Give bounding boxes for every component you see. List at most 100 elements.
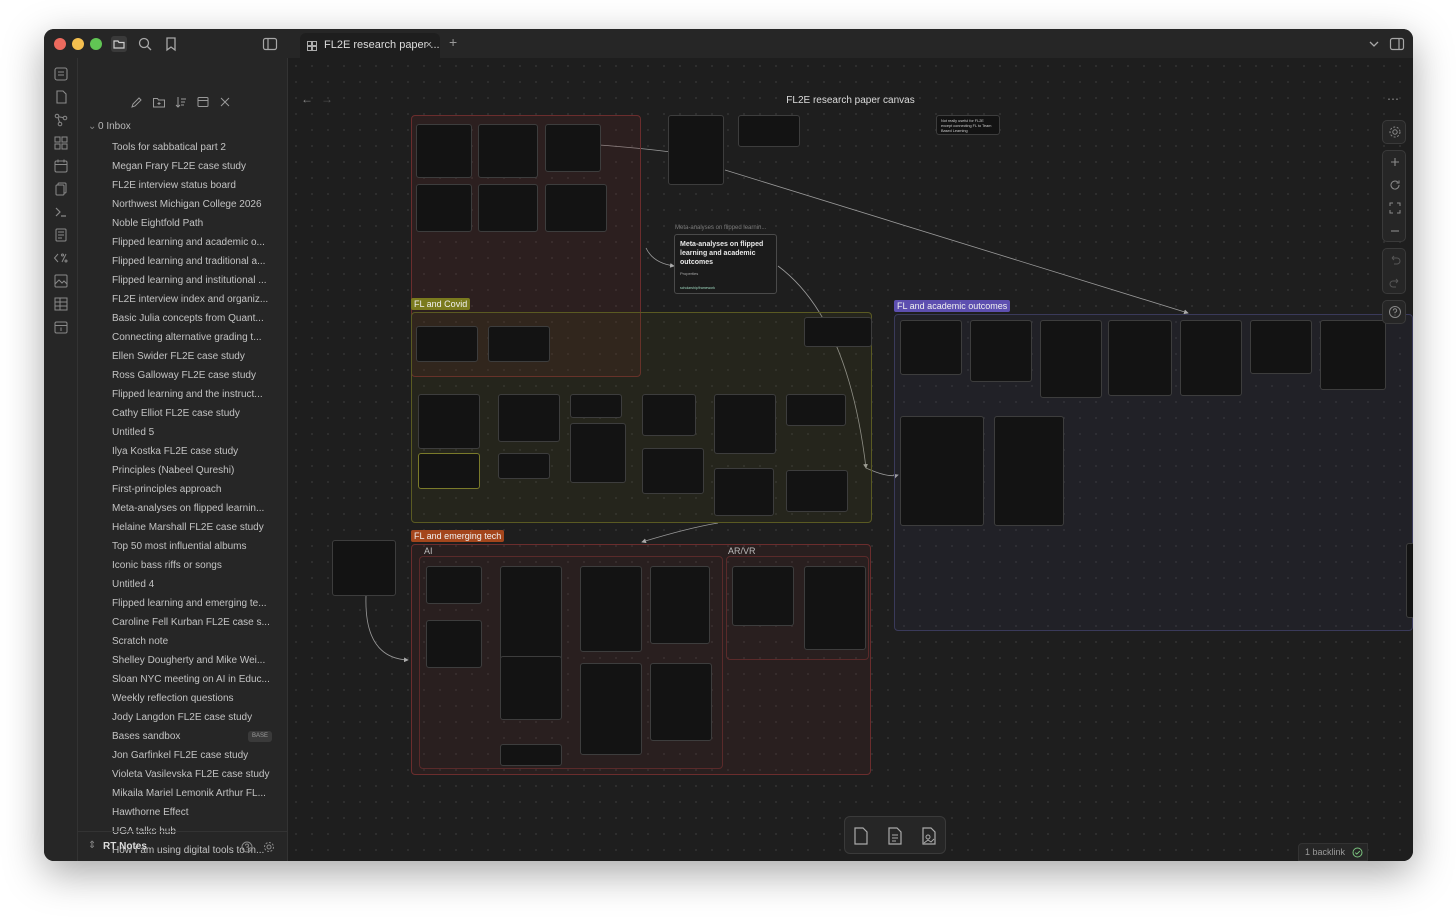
file-item[interactable]: Jon Garfinkel FL2E case study xyxy=(112,746,272,765)
dashboard-icon[interactable] xyxy=(53,66,69,82)
card-source[interactable] xyxy=(570,423,626,483)
note-card-meta-analyses[interactable]: Meta-analyses on flipped learning and ac… xyxy=(674,234,777,294)
card-source[interactable] xyxy=(650,663,712,741)
copy-icon[interactable] xyxy=(53,181,69,197)
settings-icon[interactable] xyxy=(263,841,275,853)
add-media-icon[interactable] xyxy=(920,826,938,846)
card-source[interactable] xyxy=(500,566,562,660)
card-source[interactable] xyxy=(1180,320,1242,396)
redo-icon[interactable] xyxy=(1388,276,1402,290)
file-item[interactable]: Caroline Fell Kurban FL2E case s... xyxy=(112,613,272,632)
card-source[interactable] xyxy=(580,663,642,755)
backlinks-status[interactable]: 1 backlink xyxy=(1298,843,1369,861)
card-source[interactable] xyxy=(332,540,396,596)
card-source[interactable] xyxy=(786,470,848,512)
card-small-note[interactable]: Not really useful for FL2E except connec… xyxy=(936,115,1000,135)
file-item[interactable]: Cathy Elliot FL2E case study xyxy=(112,404,272,423)
tab-close-button[interactable]: × xyxy=(426,33,432,58)
card-source[interactable] xyxy=(580,566,642,652)
file-item[interactable]: Violeta Vasilevska FL2E case study xyxy=(112,765,272,784)
terminal-icon[interactable] xyxy=(53,204,69,220)
file-item[interactable]: Northwest Michigan College 2026 xyxy=(112,195,272,214)
card-source[interactable] xyxy=(650,566,710,644)
card-source[interactable] xyxy=(642,394,696,436)
card-source[interactable] xyxy=(900,416,984,526)
card-source[interactable] xyxy=(570,394,622,418)
file-item[interactable]: Ross Galloway FL2E case study xyxy=(112,366,272,385)
tab-canvas[interactable]: FL2E research paper ... × xyxy=(300,33,440,58)
file-item[interactable]: Basic Julia concepts from Quant... xyxy=(112,309,272,328)
new-folder-icon[interactable] xyxy=(152,95,166,109)
card-source[interactable] xyxy=(1250,320,1312,374)
card-source[interactable] xyxy=(732,566,794,626)
file-item[interactable]: Helaine Marshall FL2E case study xyxy=(112,518,272,537)
new-tab-button[interactable]: + xyxy=(449,34,457,50)
table-icon[interactable] xyxy=(53,296,69,312)
card-source[interactable] xyxy=(804,566,866,650)
help-icon[interactable] xyxy=(1388,305,1402,319)
card-source[interactable] xyxy=(488,326,550,362)
daily-note-icon[interactable] xyxy=(53,319,69,335)
file-item[interactable]: Untitled 5 xyxy=(112,423,272,442)
card-source[interactable] xyxy=(478,124,538,178)
file-item[interactable]: Sloan NYC meeting on AI in Educ... xyxy=(112,670,272,689)
zoom-window-button[interactable] xyxy=(90,38,102,50)
folder-inbox[interactable]: ⌄ 0 Inbox xyxy=(88,121,131,132)
card-source[interactable] xyxy=(642,448,704,494)
settings-icon[interactable] xyxy=(1388,125,1402,139)
file-item[interactable]: Bases sandbox BASE xyxy=(112,727,272,746)
chevron-down-icon[interactable] xyxy=(1365,35,1383,53)
file-item[interactable]: Ellen Swider FL2E case study xyxy=(112,347,272,366)
card-source[interactable] xyxy=(804,317,872,347)
reset-zoom-icon[interactable] xyxy=(1388,178,1402,192)
card-source[interactable] xyxy=(714,468,774,516)
file-item[interactable]: Flipped learning and academic o... xyxy=(112,233,272,252)
file-item[interactable]: Noble Eightfold Path xyxy=(112,214,272,233)
help-icon[interactable] xyxy=(241,841,253,853)
card-source[interactable] xyxy=(900,320,962,375)
file-item[interactable]: FL2E interview status board xyxy=(112,176,272,195)
file-item[interactable]: Shelley Dougherty and Mike Wei... xyxy=(112,651,272,670)
graph-icon[interactable] xyxy=(53,112,69,128)
card-source[interactable] xyxy=(970,320,1032,382)
file-item[interactable]: Principles (Nabeel Qureshi) xyxy=(112,461,272,480)
card-source[interactable] xyxy=(416,124,472,178)
file-item[interactable]: Iconic bass riffs or songs xyxy=(112,556,272,575)
add-card-icon[interactable] xyxy=(852,826,870,846)
card-source[interactable] xyxy=(545,124,601,172)
card-source[interactable] xyxy=(498,394,560,442)
zoom-to-fit-icon[interactable] xyxy=(1388,201,1402,215)
file-item[interactable]: Hawthorne Effect xyxy=(112,803,272,822)
collapse-icon[interactable] xyxy=(196,95,210,109)
file-item[interactable]: Top 50 most influential albums xyxy=(112,537,272,556)
card-source[interactable] xyxy=(500,656,562,720)
file-item[interactable]: Connecting alternative grading t... xyxy=(112,328,272,347)
card-source[interactable] xyxy=(498,453,550,479)
group-label-academic[interactable]: FL and academic outcomes xyxy=(894,300,1011,312)
minimize-window-button[interactable] xyxy=(72,38,84,50)
undo-icon[interactable] xyxy=(1388,253,1402,267)
sidebar-toggle-icon[interactable] xyxy=(261,35,279,53)
file-item[interactable]: Meta-analyses on flipped learnin... xyxy=(112,499,272,518)
card-source[interactable] xyxy=(714,394,776,454)
new-note-icon[interactable] xyxy=(130,95,144,109)
zoom-in-icon[interactable] xyxy=(1388,155,1402,169)
card-source[interactable] xyxy=(668,115,724,185)
group-label-covid[interactable]: FL and Covid xyxy=(411,298,471,310)
sort-icon[interactable] xyxy=(174,95,188,109)
file-item[interactable]: Mikaila Mariel Lemonik Arthur FL... xyxy=(112,784,272,803)
card-source[interactable] xyxy=(418,453,480,489)
file-item[interactable]: Flipped learning and emerging te... xyxy=(112,594,272,613)
file-copy-icon[interactable] xyxy=(53,89,69,105)
card-source[interactable] xyxy=(545,184,607,232)
calendar-icon[interactable] xyxy=(53,158,69,174)
file-item[interactable]: Untitled 4 xyxy=(112,575,272,594)
file-item[interactable]: Flipped learning and the instruct... xyxy=(112,385,272,404)
card-source[interactable] xyxy=(1040,320,1102,398)
grid-icon[interactable] xyxy=(53,135,69,151)
zoom-out-icon[interactable] xyxy=(1388,224,1402,238)
file-item[interactable]: First-principles approach xyxy=(112,480,272,499)
card-source[interactable] xyxy=(786,394,846,426)
card-source[interactable] xyxy=(416,184,472,232)
file-item[interactable]: Ilya Kostka FL2E case study xyxy=(112,442,272,461)
